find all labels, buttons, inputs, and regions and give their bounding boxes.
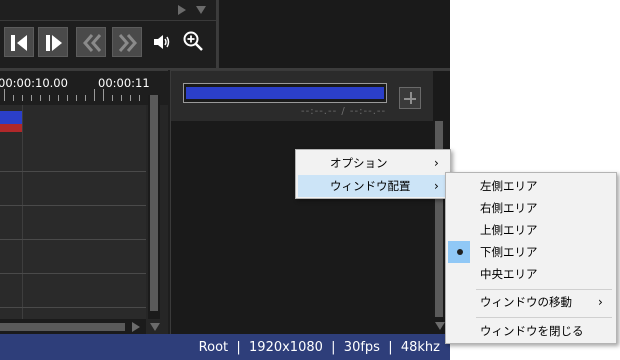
track-separator: [0, 171, 146, 172]
status-bar: Root | 1920x1080 | 30fps | 48khz: [0, 334, 450, 360]
menu-item-label: オプション: [330, 156, 388, 170]
menu-item-label: 右側エリア: [480, 201, 538, 215]
ruler-tick: [139, 95, 140, 101]
preview-panel: [218, 0, 450, 68]
time-label: 00:00:11: [98, 76, 150, 90]
menu-item-left-area[interactable]: 左側エリア: [448, 175, 614, 197]
level-meter: [183, 83, 387, 103]
scroll-right-arrow-icon[interactable]: [178, 5, 186, 15]
rewind-icon: [83, 34, 102, 52]
scroll-down-arrow-icon[interactable]: [196, 6, 206, 14]
menu-item-center-area[interactable]: 中央エリア: [448, 263, 614, 285]
ruler-tick: [13, 95, 14, 101]
horizontal-scrollbar[interactable]: [0, 319, 146, 335]
track-separator: [0, 307, 146, 308]
vertical-scrollbar[interactable]: [148, 95, 160, 319]
window-layout-submenu: 左側エリア 右側エリア 上側エリア 下側エリア 中央エリア ウィンドウの移動 ›…: [445, 172, 617, 344]
context-menu: オプション › ウィンドウ配置 ›: [295, 149, 451, 199]
ruler-tick: [4, 89, 5, 101]
menu-item-window-layout[interactable]: ウィンドウ配置 ›: [298, 175, 448, 197]
ruler-tick: [31, 95, 32, 101]
scroll-down-arrow-icon[interactable]: [150, 323, 160, 331]
chevron-right-icon: ›: [434, 156, 439, 170]
time-ruler[interactable]: 00:00:10.00 00:00:11: [0, 71, 168, 105]
menu-item-label: 左側エリア: [480, 179, 538, 193]
fast-forward-icon: [118, 34, 137, 52]
radio-bullet-icon: [457, 249, 463, 255]
menu-item-label: 下側エリア: [480, 245, 538, 259]
time-label: 00:00:10.00: [0, 76, 68, 90]
ruler-tick: [40, 95, 41, 101]
scrollbar-thumb[interactable]: [0, 323, 125, 331]
menu-separator: [476, 317, 612, 318]
menu-item-label: ウィンドウを閉じる: [480, 324, 584, 338]
track-separator: [0, 239, 146, 240]
video-clip[interactable]: [0, 111, 22, 124]
ruler-tick: [76, 95, 77, 101]
menu-item-label: ウィンドウ配置: [330, 179, 411, 193]
fast-forward-button[interactable]: [112, 27, 142, 57]
ruler-tick: [58, 95, 59, 101]
ruler-tick: [22, 95, 23, 101]
menu-item-label: ウィンドウの移動: [480, 295, 572, 309]
menu-item-close-window[interactable]: ウィンドウを閉じる: [448, 320, 614, 342]
step-back-icon: [11, 35, 27, 51]
zoom-in-icon[interactable]: [182, 30, 204, 52]
divider: [0, 20, 216, 21]
track-separator: [0, 205, 146, 206]
menu-item-label: 中央エリア: [480, 267, 538, 281]
volume-icon[interactable]: [152, 32, 172, 52]
ruler-tick: [67, 95, 68, 101]
track-divider: [22, 105, 23, 319]
chevron-right-icon: ›: [598, 295, 603, 309]
menu-separator: [476, 289, 612, 290]
menu-item-move-window[interactable]: ウィンドウの移動 ›: [448, 291, 614, 313]
step-forward-icon: [46, 35, 62, 51]
scrollbar-thumb[interactable]: [150, 95, 158, 311]
timeline-panel: 00:00:10.00 00:00:11: [0, 70, 168, 335]
add-button[interactable]: [399, 87, 421, 109]
status-text: Root | 1920x1080 | 30fps | 48khz: [198, 340, 440, 355]
scroll-right-arrow-icon[interactable]: [132, 322, 140, 332]
menu-item-bottom-area[interactable]: 下側エリア: [448, 241, 614, 263]
ruler-tick: [121, 95, 122, 101]
step-forward-button[interactable]: [38, 27, 68, 57]
ruler-tick: [130, 95, 131, 101]
level-meter-fill: [186, 87, 384, 99]
chevron-right-icon: ›: [434, 179, 439, 193]
audio-level-panel: --:--.-- / --:--.--: [170, 70, 450, 334]
menu-item-options[interactable]: オプション ›: [298, 152, 448, 174]
ruler-tick: [112, 95, 113, 101]
menu-item-top-area[interactable]: 上側エリア: [448, 219, 614, 241]
audio-clip[interactable]: [0, 124, 22, 132]
ruler-tick: [94, 89, 95, 101]
track-separator: [0, 273, 146, 274]
rewind-button[interactable]: [76, 27, 106, 57]
ruler-tick: [85, 95, 86, 101]
menu-item-label: 上側エリア: [480, 223, 538, 237]
step-back-button[interactable]: [4, 27, 34, 57]
ruler-tick: [49, 95, 50, 101]
panel-header: --:--.-- / --:--.--: [171, 71, 433, 121]
scroll-down-arrow-icon[interactable]: [435, 322, 445, 330]
time-readout: --:--.-- / --:--.--: [301, 106, 387, 117]
menu-item-right-area[interactable]: 右側エリア: [448, 197, 614, 219]
track-area[interactable]: [0, 105, 146, 319]
ruler-tick: [103, 89, 104, 101]
